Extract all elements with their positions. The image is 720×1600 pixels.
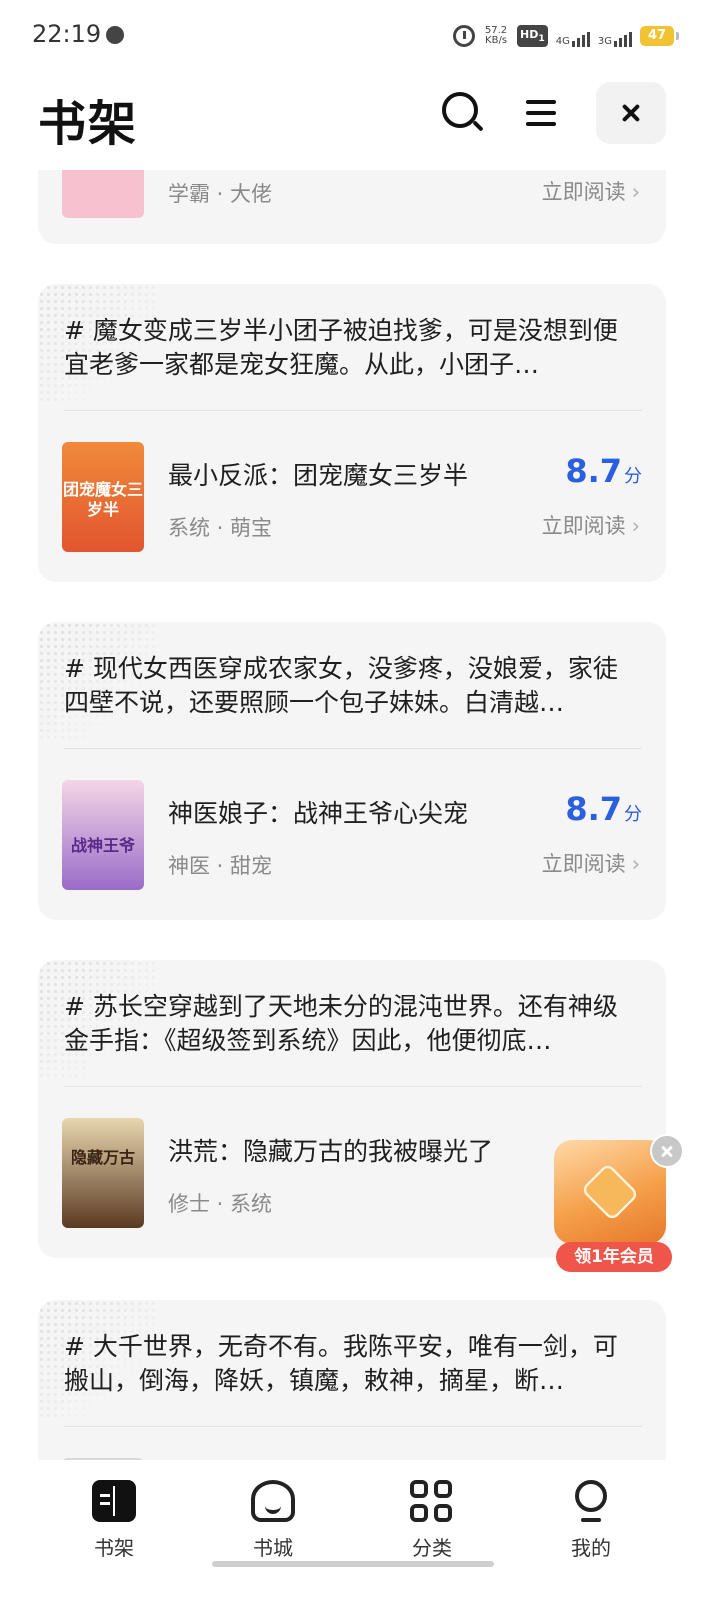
status-icons: 57.2 KB/s HD1 4G 3G 47 [453,22,679,50]
vip-promo-badge[interactable]: 领1年会员 [538,1134,686,1274]
signal-3g-icon: 3G [598,25,632,47]
nav-label: 分类 [412,1536,452,1560]
page-title: 书架 [38,96,139,152]
book-cover[interactable]: 团宠魔女三岁半 [62,442,144,552]
book-cover[interactable] [62,170,144,218]
search-icon[interactable] [442,92,484,132]
nav-label: 我的 [571,1536,611,1560]
profile-icon [569,1480,613,1522]
book-blurb: # 大千世界，无奇不有。我陈平安，唯有一剑，可搬山，倒海，降妖，镇魔，敕神，摘星… [64,1332,618,1395]
book-tags: 神医 · 甜宠 [168,854,273,878]
hd-icon: HD1 [517,24,548,48]
close-promo-button[interactable] [650,1134,684,1168]
book-cover[interactable]: 隐藏万古 [62,1118,144,1228]
book-card[interactable]: # 魔女变成三岁半小团子被迫找爹，可是没想到便宜老爹一家都是宠女狂魔。从此，小团… [38,284,666,582]
home-indicator[interactable] [212,1561,494,1567]
battery-icon: 47 [640,26,679,46]
read-now-link[interactable]: 立即阅读 › [542,176,640,206]
book-score: 8.7 分 [565,790,642,828]
chevron-right-icon: › [631,852,640,876]
book-title[interactable]: 神医娘子：战神王爷心尖宠 [168,794,468,830]
menu-icon[interactable] [526,96,556,130]
globe-icon [106,26,124,44]
read-now-link[interactable]: 立即阅读 › [542,510,640,540]
book-blurb: # 魔女变成三岁半小团子被迫找爹，可是没想到便宜老爹一家都是宠女狂魔。从此，小团… [64,316,618,379]
divider [64,1086,642,1087]
book-blurb: # 现代女西医穿成农家女，没爹疼，没娘爱，家徒四壁不说，还要照顾一个包子妹妹。白… [64,654,618,717]
book-score: 8.7 分 [565,452,642,490]
book-card[interactable]: 学霸 · 大佬 立即阅读 › [38,170,666,244]
bookshelf-icon [92,1480,136,1522]
book-blurb: # 苏长空穿越到了天地未分的混沌世界。还有神级金手指：《超级签到系统》因此，他便… [64,992,618,1055]
status-bar: 22:19 57.2 KB/s HD1 4G 3G 47 [0,0,720,70]
book-tags: 学霸 · 大佬 [168,182,273,206]
status-time: 22:19 [32,20,102,48]
nav-label: 书城 [253,1536,293,1560]
vip-promo-label[interactable]: 领1年会员 [556,1242,672,1272]
nav-item-profile[interactable]: 我的 [531,1480,651,1580]
chevron-right-icon: › [631,180,640,204]
nav-item-bookshelf[interactable]: 书架 [54,1480,174,1580]
category-icon [410,1480,454,1522]
nav-label: 书架 [94,1536,134,1560]
bookstore-icon [251,1480,295,1522]
divider [64,748,642,749]
book-title[interactable]: 最小反派：团宠魔女三岁半 [168,456,468,492]
bottom-nav: 书架 书城 分类 我的 [0,1460,720,1600]
divider [64,410,642,411]
book-cover[interactable]: 战神王爷 [62,780,144,890]
book-card[interactable]: # 大千世界，无奇不有。我陈平安，唯有一剑，可搬山，倒海，降妖，镇魔，敕神，摘星… [38,1300,666,1460]
book-card[interactable]: # 现代女西医穿成农家女，没爹疼，没娘爱，家徒四壁不说，还要照顾一个包子妹妹。白… [38,622,666,920]
signal-4g-icon: 4G [556,25,590,47]
alarm-icon [453,25,476,47]
read-now-link[interactable]: 立即阅读 › [542,848,640,878]
book-tags: 修士 · 系统 [168,1192,273,1216]
net-speed: 57.2 KB/s [484,25,508,46]
close-button[interactable] [596,82,666,144]
book-title[interactable]: 洪荒：隐藏万古的我被曝光了 [168,1132,493,1168]
chevron-right-icon: › [631,514,640,538]
book-tags: 系统 · 萌宝 [168,516,273,540]
app-header: 书架 [0,70,720,170]
divider [64,1426,642,1427]
